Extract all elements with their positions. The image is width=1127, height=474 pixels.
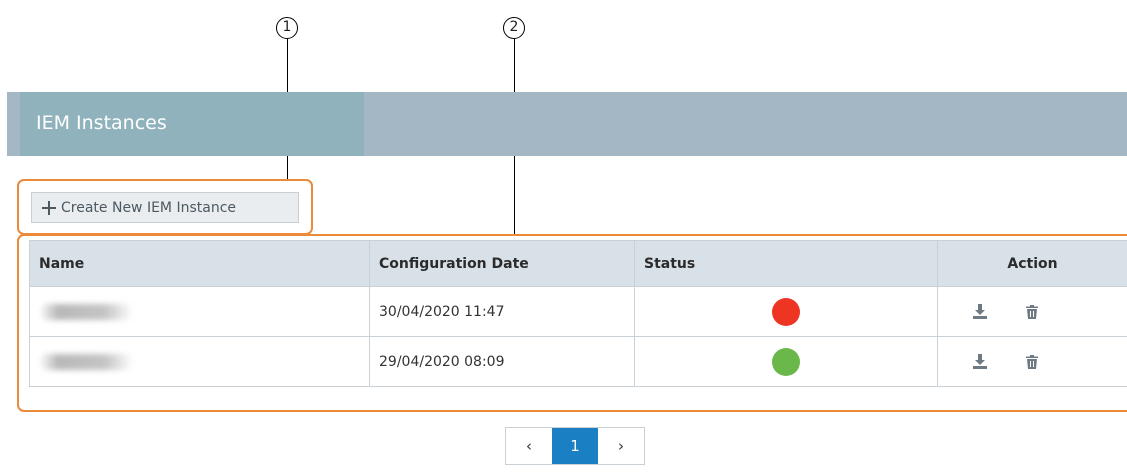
column-header-status[interactable]: Status: [634, 240, 938, 287]
instance-table: Name Configuration Date Status Action 30…: [29, 240, 1127, 387]
pagination: ‹ 1 ›: [505, 427, 645, 465]
page-title: IEM Instances: [36, 112, 167, 134]
blurred-name: [39, 303, 133, 320]
table-header-row: Name Configuration Date Status Action: [29, 240, 1127, 287]
cell-action: [937, 336, 1127, 387]
plus-icon: [42, 200, 56, 215]
column-header-name[interactable]: Name: [29, 240, 370, 287]
cell-name: [29, 286, 370, 337]
download-icon[interactable]: [973, 304, 987, 319]
cell-status: [634, 286, 938, 337]
callout-marker-1: 1: [276, 17, 298, 39]
column-header-configuration-date[interactable]: Configuration Date: [369, 240, 635, 287]
create-instance-button[interactable]: Create New IEM Instance: [31, 192, 299, 223]
cell-date: 30/04/2020 11:47: [369, 286, 635, 337]
table-row[interactable]: 30/04/2020 11:47: [29, 286, 1127, 337]
status-indicator-error: [772, 297, 800, 326]
blurred-name: [39, 353, 133, 370]
screenshot-stage: 1 2 IEM Instances Create New IEM Instanc…: [0, 0, 1127, 474]
callout-marker-2: 2: [503, 17, 525, 39]
page-prev-button[interactable]: ‹: [506, 428, 552, 464]
cell-date: 29/04/2020 08:09: [369, 336, 635, 387]
column-header-action: Action: [937, 240, 1127, 287]
cell-name: [29, 336, 370, 387]
table-row[interactable]: 29/04/2020 08:09: [29, 336, 1127, 387]
download-icon[interactable]: [973, 354, 987, 369]
status-indicator-ok: [772, 347, 800, 376]
trash-icon[interactable]: [1025, 354, 1038, 369]
create-instance-label: Create New IEM Instance: [61, 199, 237, 216]
page-next-button[interactable]: ›: [598, 428, 644, 464]
cell-action: [937, 286, 1127, 337]
page-number-button[interactable]: 1: [552, 428, 598, 464]
cell-status: [634, 336, 938, 387]
trash-icon[interactable]: [1025, 304, 1038, 319]
